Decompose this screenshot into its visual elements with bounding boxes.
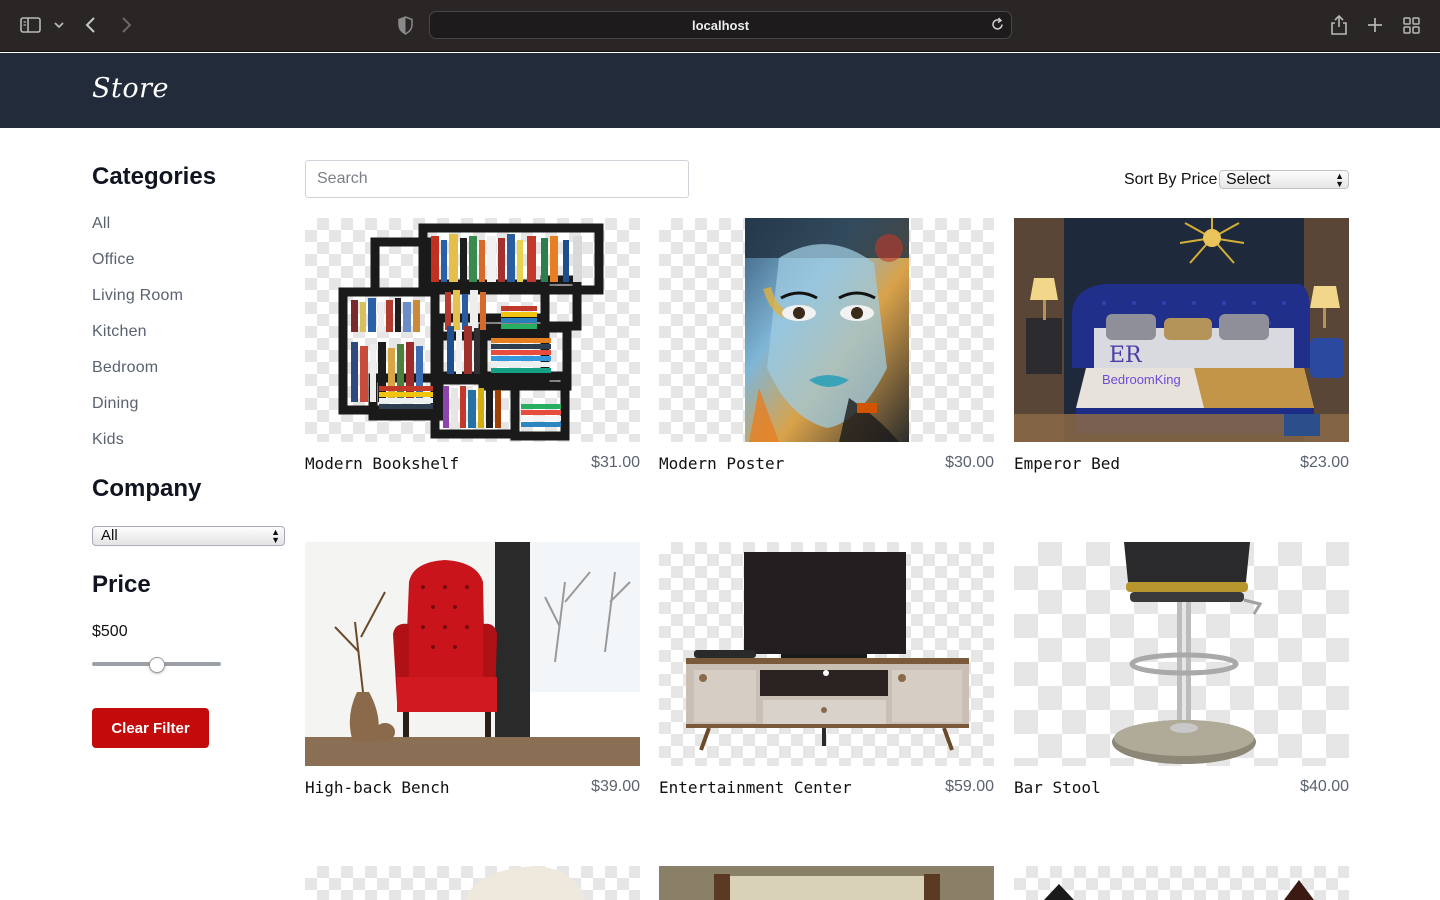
- bed-logo-mark: ER: [1109, 343, 1143, 368]
- reload-icon[interactable]: [990, 17, 1005, 37]
- categories-heading: Categories: [92, 163, 217, 190]
- product-card-partial[interactable]: [305, 866, 640, 900]
- product-image-bookshelf[interactable]: [305, 218, 640, 442]
- product-price: $59.00: [945, 778, 994, 795]
- clear-filter-button[interactable]: Clear Filter: [92, 708, 209, 748]
- price-value: $500: [92, 623, 128, 640]
- back-arrow-icon[interactable]: [83, 16, 99, 34]
- share-icon[interactable]: [1329, 14, 1349, 36]
- product-name[interactable]: Entertainment Center: [659, 778, 852, 797]
- product-name[interactable]: High-back Bench: [305, 778, 450, 797]
- address-bar[interactable]: localhost: [429, 11, 1012, 39]
- product-image-tv-stand[interactable]: [659, 542, 994, 766]
- product-card-partial[interactable]: [659, 866, 994, 900]
- company-select[interactable]: All ▲ ▼: [92, 526, 285, 546]
- category-kids[interactable]: Kids: [92, 431, 124, 449]
- sort-selected-value: Select: [1226, 171, 1271, 188]
- price-slider-thumb[interactable]: [148, 657, 165, 673]
- category-living-room[interactable]: Living Room: [92, 287, 183, 305]
- select-arrows-icon: ▲ ▼: [1335, 171, 1344, 189]
- price-heading: Price: [92, 571, 151, 598]
- browser-toolbar: localhost: [0, 0, 1440, 52]
- url-text: localhost: [691, 18, 750, 33]
- product-price: $39.00: [591, 778, 640, 795]
- tab-overview-icon[interactable]: [1402, 16, 1421, 35]
- product-name[interactable]: Bar Stool: [1014, 778, 1101, 797]
- company-selected-value: All: [101, 527, 118, 544]
- product-card-partial[interactable]: [1014, 866, 1349, 900]
- select-arrows-icon: ▲ ▼: [271, 527, 280, 545]
- shield-icon[interactable]: [397, 16, 414, 35]
- product-image-bar-stool[interactable]: [1014, 542, 1349, 766]
- product-image-bed[interactable]: ER BedroomKing: [1014, 218, 1349, 442]
- product-name[interactable]: Modern Poster: [659, 454, 784, 473]
- company-heading: Company: [92, 475, 202, 502]
- search-input[interactable]: [305, 160, 689, 198]
- forward-arrow-icon[interactable]: [118, 16, 134, 34]
- category-office[interactable]: Office: [92, 251, 135, 269]
- product-price: $31.00: [591, 454, 640, 471]
- product-image-armchair[interactable]: [305, 542, 640, 766]
- sort-select[interactable]: Select ▲ ▼: [1219, 170, 1349, 189]
- product-name[interactable]: Modern Bookshelf: [305, 454, 459, 473]
- store-navbar: Store: [0, 53, 1440, 128]
- product-price: $30.00: [945, 454, 994, 471]
- category-kitchen[interactable]: Kitchen: [92, 323, 147, 341]
- product-name[interactable]: Emperor Bed: [1014, 454, 1120, 473]
- product-image-poster[interactable]: [659, 218, 994, 442]
- category-bedroom[interactable]: Bedroom: [92, 359, 158, 377]
- store-logo[interactable]: Store: [92, 73, 169, 104]
- sort-label: Sort By Price: [1124, 171, 1218, 188]
- product-price: $40.00: [1300, 778, 1349, 795]
- new-tab-icon[interactable]: [1366, 16, 1384, 34]
- category-all[interactable]: All: [92, 215, 110, 233]
- sidebar-toggle-icon[interactable]: [20, 16, 42, 34]
- bed-logo-text: BedroomKing: [1102, 372, 1181, 387]
- chevron-down-icon[interactable]: [53, 19, 65, 31]
- category-dining[interactable]: Dining: [92, 395, 139, 413]
- product-price: $23.00: [1300, 454, 1349, 471]
